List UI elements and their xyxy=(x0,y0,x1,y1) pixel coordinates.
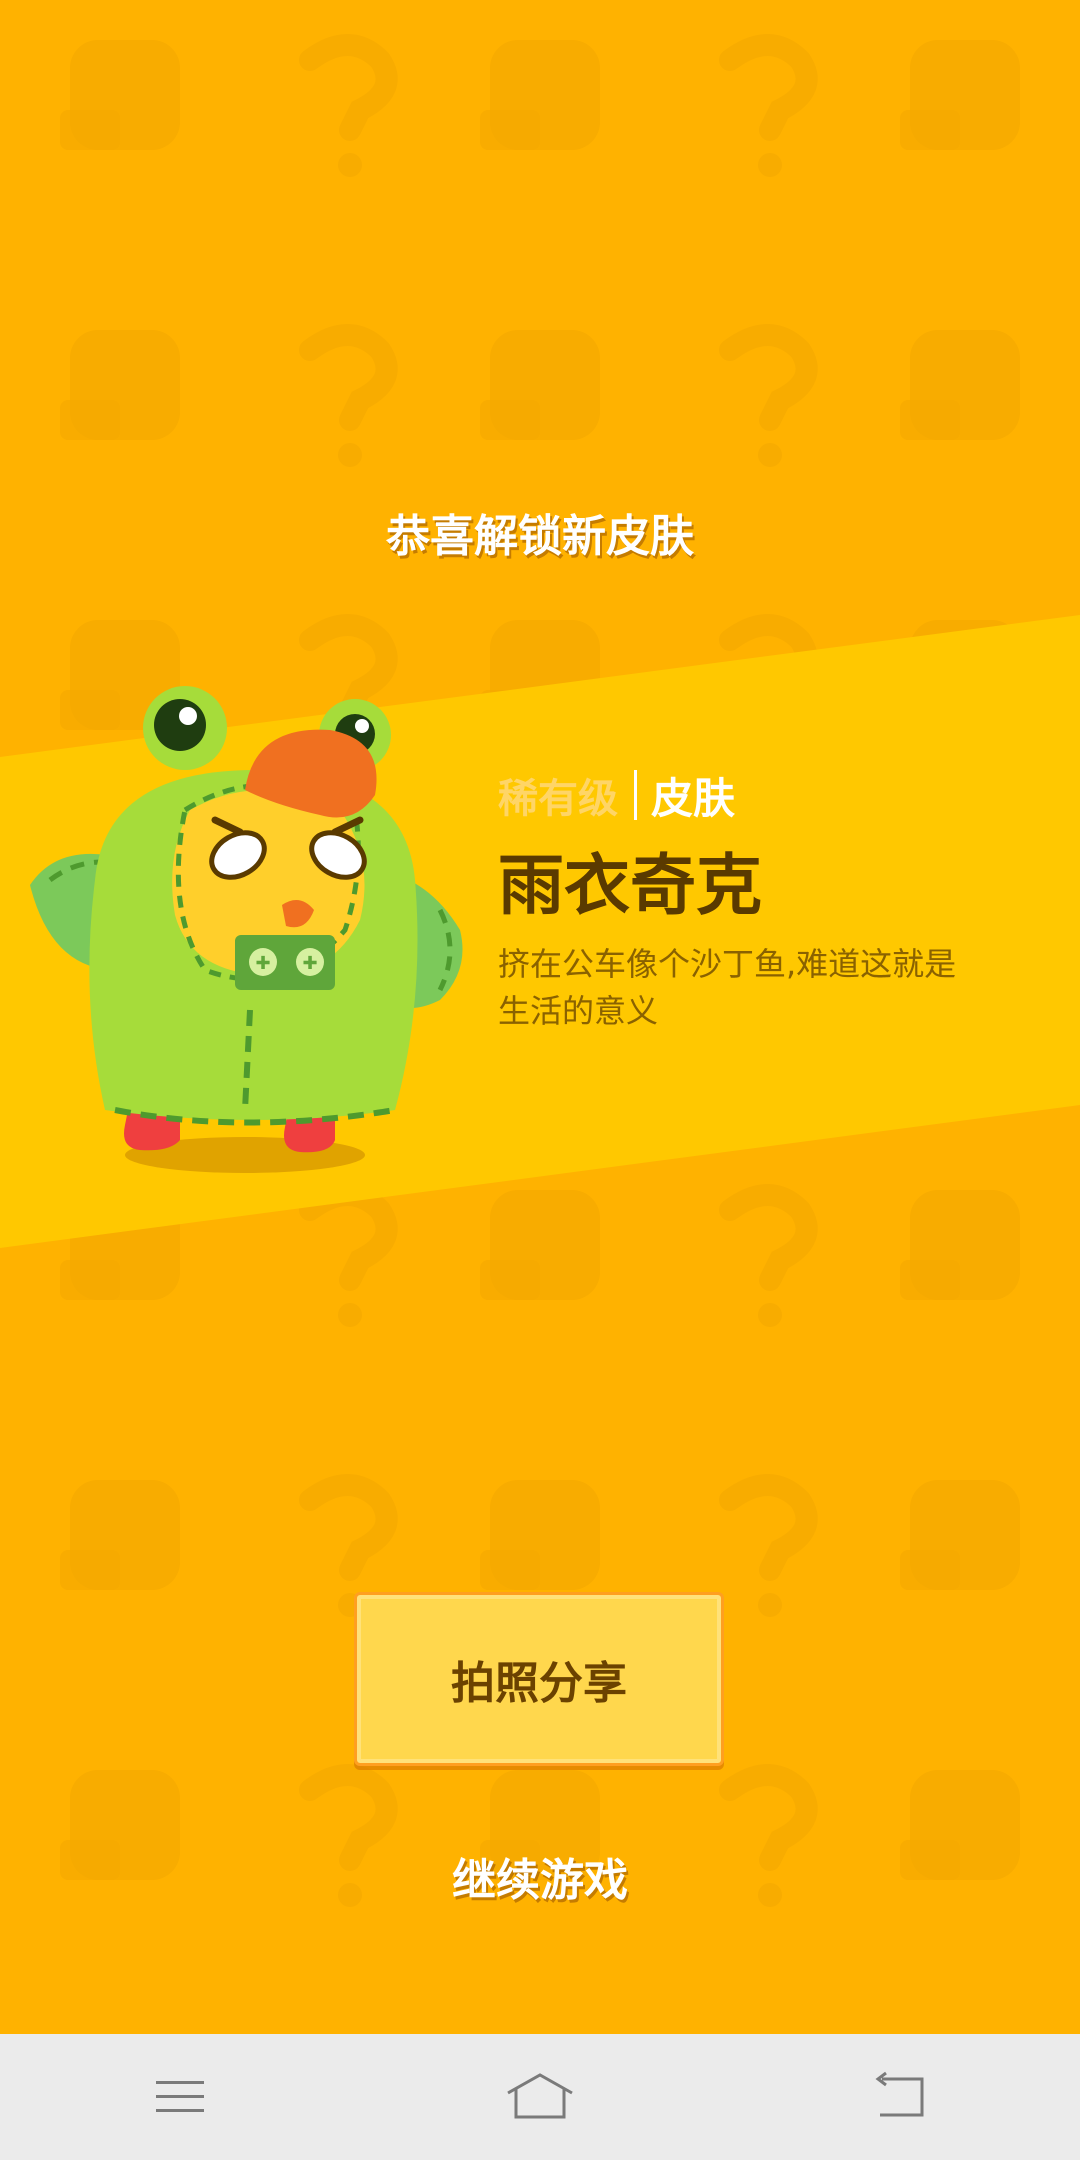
skin-info: 稀有级 皮肤 雨衣奇克 挤在公车像个沙丁鱼,难道这就是生活的意义 xyxy=(498,760,978,1035)
home-icon xyxy=(507,2073,573,2119)
photo-share-button[interactable]: 拍照分享 xyxy=(354,1592,724,1766)
skin-description: 挤在公车像个沙丁鱼,难道这就是生活的意义 xyxy=(498,944,957,1030)
continue-game-button[interactable]: 继续游戏 xyxy=(0,1844,1080,1908)
tier-divider xyxy=(634,770,637,820)
back-icon xyxy=(875,2071,924,2117)
rarity-label: 稀有级 xyxy=(498,776,618,822)
game-screen: 恭喜解锁新皮肤 ✚ ✚ 稀有级 皮肤 雨衣奇克 挤在公车像个沙丁鱼,难道这就是生… xyxy=(0,0,1080,2034)
svg-text:✚: ✚ xyxy=(302,953,317,974)
nav-home-button[interactable] xyxy=(440,2034,640,2160)
nav-menu-button[interactable] xyxy=(80,2034,280,2160)
photo-share-label: 拍照分享 xyxy=(451,1658,627,1709)
chick-raincoat-icon: ✚ ✚ xyxy=(30,686,463,1173)
menu-icon xyxy=(156,2081,204,2112)
system-navbar xyxy=(0,2034,1080,2160)
unlock-title: 恭喜解锁新皮肤 xyxy=(386,511,694,562)
skin-tier-row: 稀有级 皮肤 xyxy=(498,760,978,830)
svg-text:✚: ✚ xyxy=(255,953,270,974)
skin-name: 雨衣奇克 xyxy=(498,847,762,924)
skin-type-label: 皮肤 xyxy=(651,773,736,823)
nav-back-button[interactable] xyxy=(800,2034,1000,2160)
